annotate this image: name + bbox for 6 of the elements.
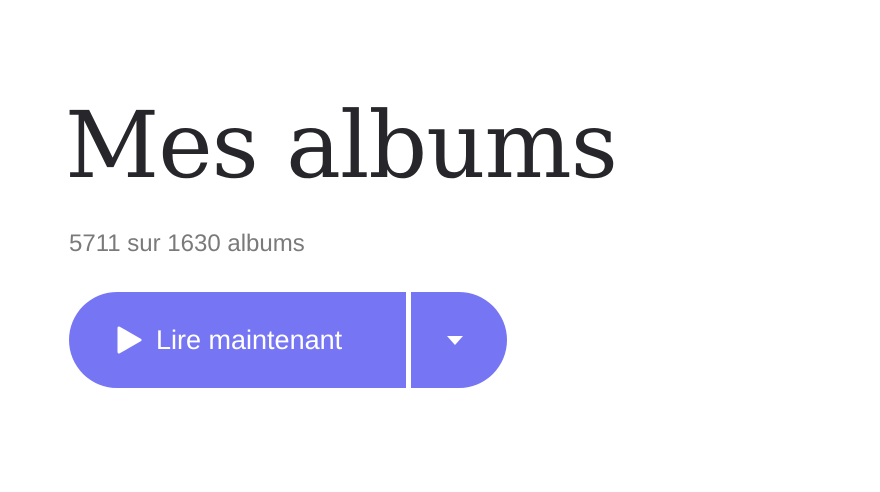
play-now-button[interactable]: Lire maintenant: [69, 292, 406, 388]
play-icon: [116, 326, 142, 354]
album-count: 5711 sur 1630 albums: [69, 232, 306, 256]
dropdown-button[interactable]: [411, 292, 507, 388]
page-title: Mes albums: [65, 100, 618, 192]
caret-icon: [447, 336, 463, 344]
